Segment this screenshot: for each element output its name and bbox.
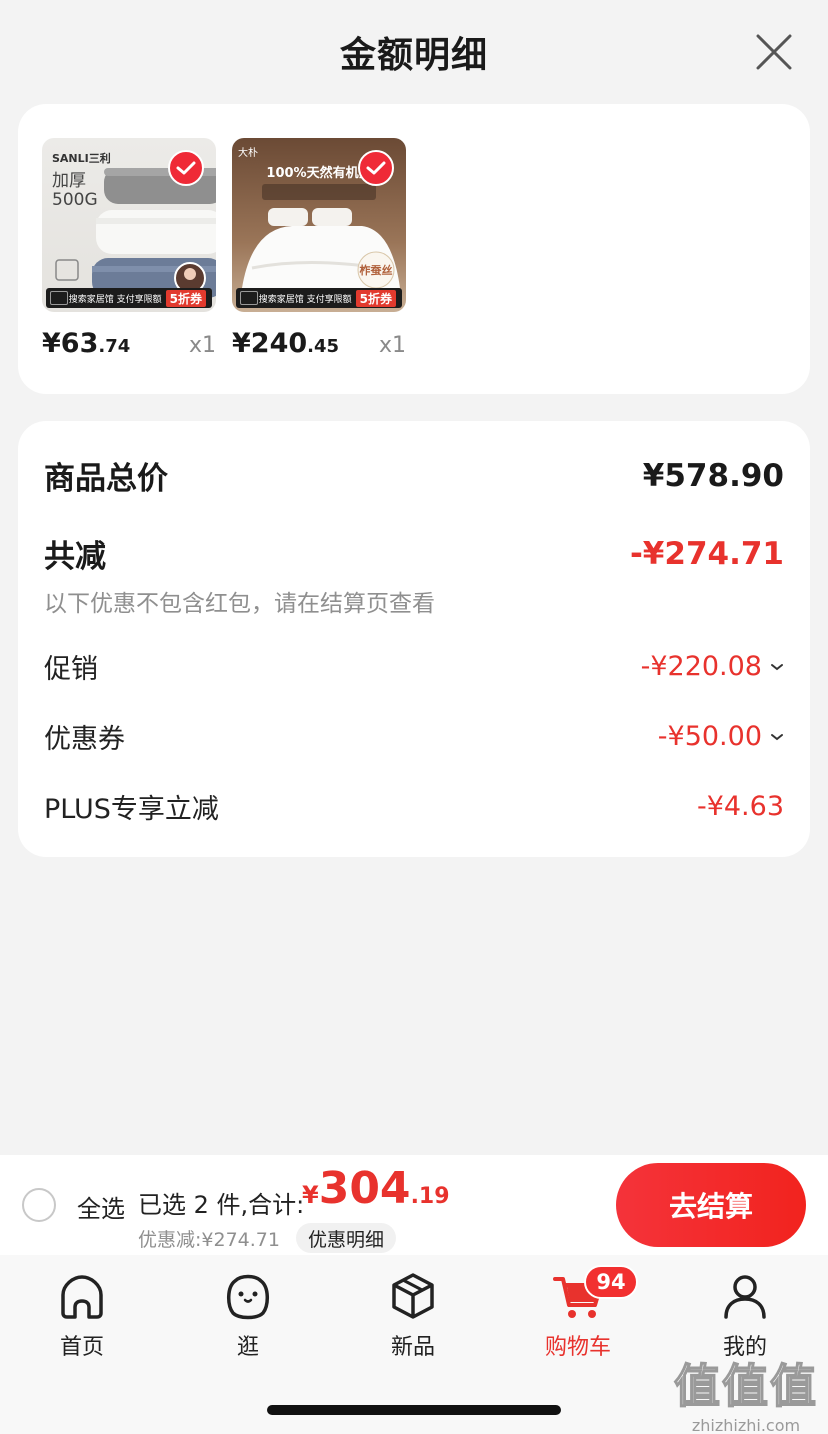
- coupon-amount: -¥50.00: [657, 721, 762, 752]
- reduction-label: 共减: [44, 539, 106, 575]
- chevron-down-icon[interactable]: [770, 732, 784, 742]
- banner-promo-text: 搜索家居馆 支付享限额: [258, 294, 352, 305]
- price-details-card: 商品总价 ¥578.90 共减 -¥274.71 以下优惠不包含红包，请在结算页…: [18, 421, 810, 857]
- reduction-row: 共减 -¥274.71: [44, 531, 784, 576]
- tab-profile[interactable]: 我的: [695, 1269, 795, 1361]
- product-price-row: ¥63.74 x1: [42, 328, 216, 359]
- checkout-bar: 全选 已选 2 件,合计: ¥304.19 优惠减:¥274.71 优惠明细 去…: [0, 1155, 828, 1255]
- profile-icon: [724, 1275, 766, 1319]
- home-icon: [61, 1275, 103, 1319]
- new-box-icon: [392, 1273, 434, 1319]
- promo-banner: 搜索家居馆 支付享限额 5折券: [236, 288, 402, 308]
- watermark-url: zhizhizhi.com: [691, 1416, 801, 1434]
- coupon-row[interactable]: 优惠券 -¥50.00: [44, 717, 784, 756]
- select-all-radio[interactable]: [22, 1188, 56, 1222]
- selected-count-text: 已选 2 件,合计:: [138, 1191, 305, 1219]
- checkout-button[interactable]: 去结算: [616, 1163, 806, 1247]
- browse-icon: [227, 1274, 269, 1320]
- product-qty: x1: [188, 333, 216, 358]
- sheet-title: 金额明细: [339, 35, 488, 76]
- plus-label: PLUS专享立减: [44, 794, 219, 825]
- reduction-note: 以下优惠不包含红包，请在结算页查看: [44, 591, 435, 617]
- product-qty: x1: [378, 333, 406, 358]
- watermark: 值值值 zhizhizhi.com: [672, 1350, 820, 1434]
- tab-new[interactable]: 新品: [363, 1269, 463, 1361]
- chevron-down-icon[interactable]: [770, 662, 784, 672]
- total-price-row: 商品总价 ¥578.90: [44, 453, 784, 498]
- cart-count-badge: 94: [584, 1265, 638, 1299]
- tab-label: 购物车: [544, 1335, 611, 1360]
- banner-promo-text: 搜索家居馆 支付享限额: [68, 294, 162, 305]
- product-price: ¥240.45: [232, 328, 340, 359]
- product-item-towel[interactable]: SANLI三利 加厚 500G 搜索家居馆 支付享限额 5折券 ¥63.74 x…: [42, 138, 216, 359]
- plus-row: PLUS专享立减 -¥4.63: [44, 787, 784, 826]
- promo-amount-wrap[interactable]: -¥220.08: [641, 651, 784, 682]
- tab-label: 逛: [236, 1335, 259, 1360]
- product-list-card: SANLI三利 加厚 500G 搜索家居馆 支付享限额 5折券 ¥63.74 x…: [18, 104, 810, 394]
- total-price-amount: ¥578.90: [642, 457, 784, 494]
- select-all-label[interactable]: 全选: [77, 1189, 125, 1224]
- tab-browse[interactable]: 逛: [198, 1269, 298, 1361]
- promo-amount: -¥220.08: [640, 651, 762, 682]
- store-logo-icon: [240, 291, 258, 305]
- selected-check-icon[interactable]: [168, 150, 204, 186]
- product-price-row: ¥240.45 x1: [232, 328, 406, 359]
- banner-coupon-tag: 5折券: [355, 289, 396, 307]
- product-thumbnail[interactable]: SANLI三利 加厚 500G 搜索家居馆 支付享限额 5折券: [42, 138, 216, 312]
- sheet-header: 金额明细: [0, 0, 828, 104]
- close-icon[interactable]: [754, 32, 794, 72]
- selected-check-icon[interactable]: [358, 150, 394, 186]
- discount-detail-button[interactable]: 优惠明细: [296, 1223, 397, 1253]
- coupon-label: 优惠券: [44, 724, 125, 755]
- plus-amount: -¥4.63: [696, 791, 784, 822]
- store-logo-icon: [50, 291, 68, 305]
- tab-home[interactable]: 首页: [32, 1269, 132, 1361]
- grand-total: ¥304.19: [302, 1163, 450, 1214]
- coupon-amount-wrap[interactable]: -¥50.00: [658, 721, 784, 752]
- product-price: ¥63.74: [42, 328, 131, 359]
- saving-text: 优惠减:¥274.71: [138, 1229, 280, 1251]
- promo-row[interactable]: 促销 -¥220.08: [44, 647, 784, 686]
- reduction-amount: -¥274.71: [629, 535, 784, 572]
- promo-banner: 搜索家居馆 支付享限额 5折券: [46, 288, 212, 308]
- product-label: 柞蚕丝: [359, 264, 393, 277]
- tab-label: 首页: [59, 1335, 104, 1360]
- product-thumbnail[interactable]: 大朴 100%天然有机蚕 柞蚕丝 搜索家居馆 支付享限额 5折券: [232, 138, 406, 312]
- product-item-quilt[interactable]: 大朴 100%天然有机蚕 柞蚕丝 搜索家居馆 支付享限额 5折券 ¥240.45…: [232, 138, 406, 359]
- amount-detail-sheet: 金额明细 SANLI三利 加厚 500G 搜索家居馆 支付享限额 5折券 ¥63…: [0, 0, 828, 1155]
- watermark-logo: 值值值: [673, 1358, 818, 1414]
- tab-cart[interactable]: 94 购物车: [528, 1265, 638, 1361]
- total-price-label: 商品总价: [44, 461, 168, 497]
- banner-coupon-tag: 5折券: [165, 289, 206, 307]
- tab-label: 新品: [390, 1335, 435, 1360]
- promo-label: 促销: [44, 654, 98, 685]
- home-indicator[interactable]: [267, 1405, 561, 1415]
